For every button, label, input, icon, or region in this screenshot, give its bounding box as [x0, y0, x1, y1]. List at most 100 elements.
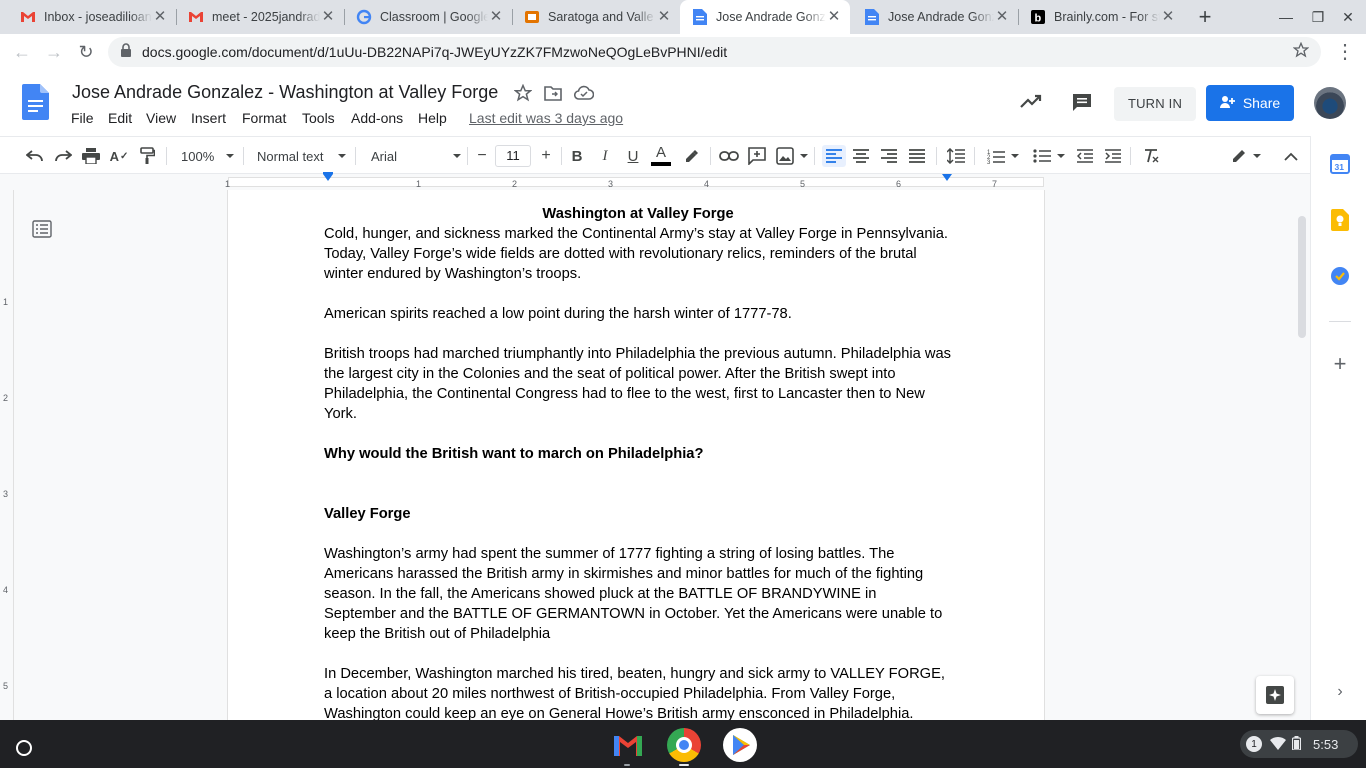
- play-store-app-icon[interactable]: [723, 728, 757, 762]
- tasks-icon[interactable]: [1329, 265, 1351, 287]
- tab-gmail-inbox[interactable]: Inbox - joseadilioan ✕: [8, 0, 176, 34]
- numbered-list-icon[interactable]: 123: [984, 145, 1022, 167]
- document-page[interactable]: Washington at Valley Forge Cold, hunger,…: [228, 190, 1044, 720]
- horizontal-ruler[interactable]: 1 1 2 3 4 5 6 7: [0, 172, 1310, 190]
- first-line-indent-marker[interactable]: [323, 172, 333, 174]
- menu-edit[interactable]: Edit: [108, 110, 132, 126]
- star-icon[interactable]: [513, 83, 533, 107]
- clear-formatting-icon[interactable]: [1140, 145, 1162, 167]
- explore-icon: [1266, 686, 1284, 704]
- editing-mode-icon[interactable]: [1228, 145, 1264, 167]
- underline-icon[interactable]: U: [622, 145, 644, 167]
- tab-classroom[interactable]: Classroom | Google ✕: [344, 0, 512, 34]
- insert-link-icon[interactable]: [718, 145, 740, 167]
- collapse-menus-icon[interactable]: [1280, 145, 1302, 167]
- reload-icon[interactable]: ↻: [73, 39, 99, 65]
- menu-format[interactable]: Format: [242, 110, 286, 126]
- document-outline-icon[interactable]: [32, 220, 52, 243]
- bold-icon[interactable]: B: [566, 145, 588, 167]
- font-dropdown[interactable]: Arial: [371, 145, 462, 167]
- tab-saratoga-slides[interactable]: Saratoga and Valle ✕: [512, 0, 680, 34]
- close-tab-icon[interactable]: ✕: [320, 9, 336, 25]
- forward-icon[interactable]: →: [41, 39, 67, 65]
- zoom-dropdown[interactable]: 100%: [181, 145, 235, 167]
- left-indent-marker[interactable]: [323, 174, 333, 181]
- redo-icon[interactable]: [52, 145, 74, 167]
- close-window-icon[interactable]: ✕: [1337, 6, 1359, 28]
- gmail-app-icon[interactable]: [611, 728, 645, 762]
- decrease-indent-icon[interactable]: [1074, 145, 1096, 167]
- bookmark-star-icon[interactable]: [1292, 41, 1311, 63]
- tab-brainly[interactable]: b Brainly.com - For st ✕: [1018, 0, 1184, 34]
- move-folder-icon[interactable]: [544, 85, 562, 106]
- font-size-input[interactable]: 11: [495, 145, 531, 167]
- lock-icon: [120, 42, 134, 62]
- cloud-saved-icon[interactable]: [573, 85, 595, 106]
- side-panel: 31 + ›: [1310, 136, 1366, 720]
- spellcheck-icon[interactable]: A ✓: [108, 145, 130, 167]
- section-heading: Valley Forge: [324, 506, 411, 522]
- line-spacing-icon[interactable]: [944, 145, 968, 167]
- add-comment-icon[interactable]: [746, 145, 768, 167]
- keep-icon[interactable]: [1329, 209, 1351, 231]
- calendar-icon[interactable]: 31: [1329, 153, 1351, 175]
- close-tab-icon[interactable]: ✕: [826, 9, 842, 25]
- document-body[interactable]: Washington at Valley Forge Cold, hunger,…: [324, 204, 952, 720]
- text-color-icon[interactable]: A: [650, 145, 672, 167]
- increase-indent-icon[interactable]: [1102, 145, 1124, 167]
- menu-tools[interactable]: Tools: [302, 110, 335, 126]
- activity-trend-icon[interactable]: [1019, 92, 1043, 115]
- close-tab-icon[interactable]: ✕: [994, 9, 1010, 25]
- close-tab-icon[interactable]: ✕: [488, 9, 504, 25]
- chrome-app-icon[interactable]: [667, 728, 701, 762]
- paragraph-style-dropdown[interactable]: Normal text: [257, 145, 347, 167]
- highlight-color-icon[interactable]: [680, 145, 702, 167]
- justify-icon[interactable]: [906, 145, 928, 167]
- google-icon: [356, 9, 372, 25]
- add-addon-icon[interactable]: +: [1329, 351, 1351, 376]
- account-avatar[interactable]: [1314, 87, 1346, 119]
- menu-insert[interactable]: Insert: [191, 110, 226, 126]
- restore-window-icon[interactable]: ❐: [1307, 6, 1329, 28]
- expand-side-panel-icon[interactable]: ›: [1329, 681, 1351, 703]
- share-button[interactable]: Share: [1206, 85, 1294, 121]
- insert-image-icon[interactable]: [774, 145, 810, 167]
- close-tab-icon[interactable]: ✕: [656, 9, 672, 25]
- menu-file[interactable]: File: [71, 110, 94, 126]
- new-tab-button[interactable]: +: [1194, 6, 1216, 28]
- undo-icon[interactable]: [24, 145, 46, 167]
- address-bar[interactable]: docs.google.com/document/d/1uUu-DB22NAPi…: [108, 37, 1321, 67]
- tab-active-docs[interactable]: Jose Andrade Gonz ✕: [680, 0, 850, 34]
- last-edit-link[interactable]: Last edit was 3 days ago: [469, 110, 623, 126]
- menu-addons[interactable]: Add-ons: [351, 110, 403, 126]
- document-title[interactable]: Jose Andrade Gonzalez - Washington at Va…: [72, 82, 498, 103]
- browser-menu-icon[interactable]: ⋮: [1332, 39, 1358, 65]
- bulleted-list-icon[interactable]: [1030, 145, 1068, 167]
- close-tab-icon[interactable]: ✕: [152, 9, 168, 25]
- turn-in-button[interactable]: TURN IN: [1114, 87, 1196, 121]
- back-icon[interactable]: ←: [9, 39, 35, 65]
- close-tab-icon[interactable]: ✕: [1160, 9, 1176, 25]
- docs-logo-icon[interactable]: [22, 84, 49, 125]
- decrease-font-size-button[interactable]: −: [472, 145, 492, 167]
- tab-docs-2[interactable]: Jose Andrade Gonz ✕: [852, 0, 1018, 34]
- explore-button[interactable]: [1256, 676, 1294, 714]
- document-canvas[interactable]: 1 2 3 4 5 Washington at Valley Forge Col…: [0, 190, 1310, 720]
- increase-font-size-button[interactable]: +: [536, 145, 556, 167]
- align-right-icon[interactable]: [878, 145, 900, 167]
- paint-format-icon[interactable]: [136, 145, 158, 167]
- menu-view[interactable]: View: [146, 110, 176, 126]
- align-left-icon[interactable]: [822, 145, 846, 167]
- tab-gmail-meet[interactable]: meet - 2025jandrad ✕: [176, 0, 344, 34]
- vertical-scrollbar[interactable]: [1298, 216, 1306, 338]
- right-indent-marker[interactable]: [942, 174, 952, 181]
- minimize-icon[interactable]: —: [1275, 6, 1297, 28]
- comments-icon[interactable]: [1071, 92, 1093, 117]
- launcher-icon[interactable]: [10, 734, 38, 762]
- align-center-icon[interactable]: [850, 145, 872, 167]
- paragraph: British troops had marched triumphantly …: [324, 346, 952, 422]
- status-tray[interactable]: 1 5:53: [1240, 730, 1358, 758]
- print-icon[interactable]: [80, 145, 102, 167]
- menu-help[interactable]: Help: [418, 110, 447, 126]
- italic-icon[interactable]: I: [594, 145, 616, 167]
